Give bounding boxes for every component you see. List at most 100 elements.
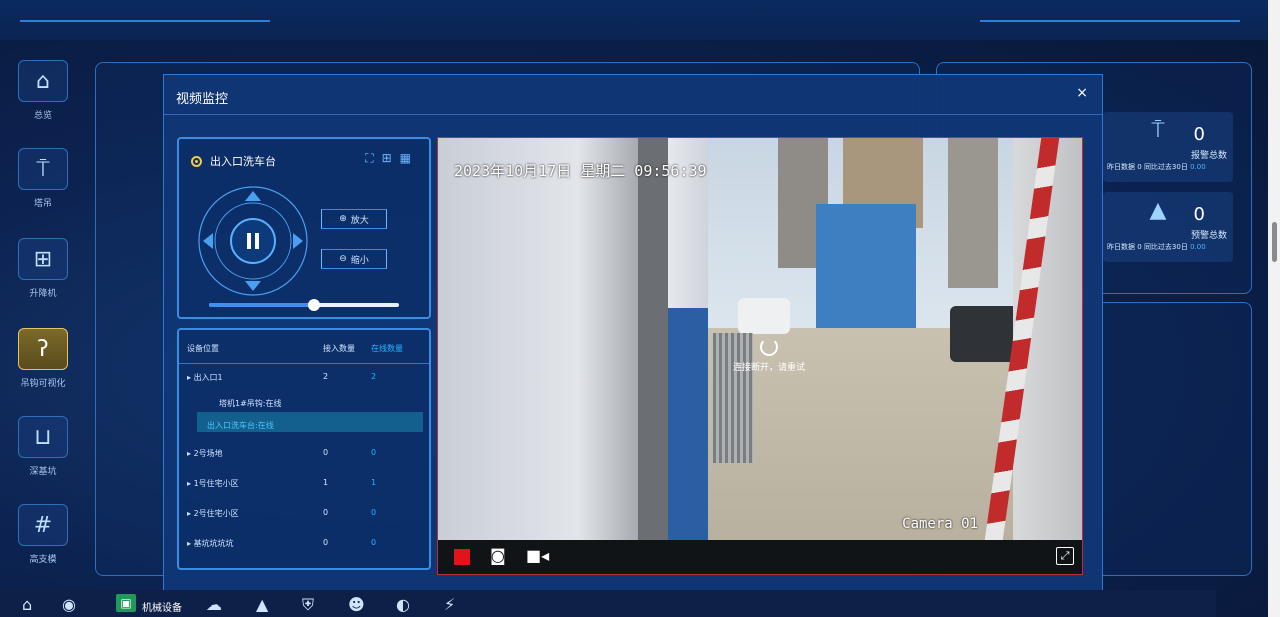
ptz-right-button[interactable] xyxy=(293,233,303,249)
camera-label: Camera 01 xyxy=(902,516,978,532)
weather-icon[interactable]: ☁ xyxy=(206,595,222,614)
device-subrow-selected[interactable]: 出入口洗车台:在线 xyxy=(197,412,423,432)
zoom-out-label: 缩小 xyxy=(350,255,369,266)
device-name: ▸ 1号住宅小区 xyxy=(187,479,239,488)
device-name: ▸ 基坑坑坑坑 xyxy=(187,539,234,548)
sidebar-item-label: 总览 xyxy=(33,111,52,121)
ptz-left-button[interactable] xyxy=(203,233,213,249)
monitor-icon: ⌂ xyxy=(18,60,68,102)
device-connected: 0 xyxy=(323,448,329,457)
sidebar-item-hook-visual[interactable]: ʔ 吊钩可视化 xyxy=(8,328,78,389)
loading-spinner-icon xyxy=(760,338,778,356)
fullscreen-layout-icon[interactable]: ⛶ xyxy=(365,151,373,166)
foundation-pit-icon: ⊔ xyxy=(18,416,68,458)
page-scrollbar[interactable] xyxy=(1268,0,1280,617)
pie-chart-icon[interactable]: ◐ xyxy=(396,595,410,614)
home-icon[interactable]: ⌂ xyxy=(22,595,32,614)
device-subrow-label: 塔机1#吊钩:在线 xyxy=(219,399,282,408)
alarm-sub: 昨日数据 0 同比过去30日 0.00 xyxy=(1107,162,1206,172)
sidebar-item-label: 吊钩可视化 xyxy=(20,379,66,389)
video-player[interactable]: 2023年10月17日 星期二 09:56:39 Camera 01 连接断开，… xyxy=(437,137,1083,575)
grid-9-icon[interactable]: ▦ xyxy=(400,151,411,166)
fullscreen-icon[interactable]: ⤢ xyxy=(1056,547,1074,565)
sidebar-item-label: 塔吊 xyxy=(33,199,52,209)
warning-count: 0 xyxy=(1193,204,1205,225)
device-online: 0 xyxy=(371,448,377,457)
header-right-line xyxy=(980,20,1240,22)
alarm-sub-mid: 同比过去30日 xyxy=(1143,163,1188,171)
device-row[interactable]: ▸ 2号住宅小区 0 0 xyxy=(179,500,429,524)
sidebar-item-label: 升降机 xyxy=(29,289,57,299)
tower-crane-icon: ⍑ xyxy=(18,148,68,190)
sidebar-item-elevator[interactable]: ⊞ 升降机 xyxy=(8,238,78,299)
warning-sub-prefix: 昨日数据 xyxy=(1107,243,1135,251)
camera-location: 出入口洗车台 xyxy=(191,153,276,169)
ptz-direction-pad xyxy=(198,186,308,296)
zoom-out-button[interactable]: ⊖ 缩小 xyxy=(321,249,387,269)
alarm-sub-yesterday: 0 xyxy=(1137,163,1142,171)
people-icon[interactable]: ☻ xyxy=(348,595,365,614)
zoom-out-icon: ⊖ xyxy=(339,254,347,264)
speed-slider[interactable] xyxy=(209,299,399,311)
video-timestamp: 2023年10月17日 星期二 09:56:39 xyxy=(454,162,707,180)
close-icon[interactable]: × xyxy=(1076,85,1088,101)
alarm-sub-ratio: 0.00 xyxy=(1190,163,1206,171)
location-pin-icon[interactable]: ◉ xyxy=(62,595,76,614)
ptz-down-button[interactable] xyxy=(245,281,261,291)
ptz-up-button[interactable] xyxy=(245,191,261,201)
warning-icon[interactable]: ▲ xyxy=(256,595,268,614)
hook-icon: ʔ xyxy=(18,328,68,370)
sidebar-item-formwork[interactable]: # 高支模 xyxy=(8,504,78,565)
tower-crane-icon: ⍑ xyxy=(1151,118,1165,143)
sidebar-item-foundation-pit[interactable]: ⊔ 深基坑 xyxy=(8,416,78,477)
page-scrollbar-thumb[interactable] xyxy=(1272,222,1277,262)
bottom-nav: ⌂ ◉ ▣ 机械设备 ☁ ▲ ⛨ ☻ ◐ ⚡ xyxy=(0,590,1216,617)
device-table-header: 设备位置 接入数量 在线数量 xyxy=(179,330,429,364)
device-subrow[interactable]: 塔机1#吊钩:在线 xyxy=(179,390,429,410)
device-connected: 2 xyxy=(323,372,329,381)
video-toolbar: ◙ ■◂ ⤢ xyxy=(438,540,1082,574)
zoom-in-label: 放大 xyxy=(350,215,369,226)
header-connected: 接入数量 xyxy=(323,344,355,353)
header-location: 设备位置 xyxy=(187,344,219,353)
device-online: 2 xyxy=(371,372,377,381)
sidebar-item-overview[interactable]: ⌂ 总览 xyxy=(8,60,78,121)
header-bar xyxy=(0,0,1280,40)
zoom-in-button[interactable]: ⊕ 放大 xyxy=(321,209,387,229)
speed-slider-knob[interactable] xyxy=(307,299,320,311)
modal-header: 视频监控 × xyxy=(164,75,1102,115)
sidebar-item-label: 深基坑 xyxy=(29,467,57,477)
device-online: 0 xyxy=(371,538,377,547)
alarm-sub-prefix: 昨日数据 xyxy=(1107,163,1135,171)
grid-4-icon[interactable]: ⊞ xyxy=(382,151,392,166)
warning-sub-ratio: 0.00 xyxy=(1190,243,1206,251)
warning-sub-mid: 同比过去30日 xyxy=(1143,243,1188,251)
formwork-icon: # xyxy=(18,504,68,546)
snapshot-camera-icon[interactable]: ◙ xyxy=(490,546,506,565)
warning-stat-card: ▲ 0 预警总数 昨日数据 0 同比过去30日 0.00 xyxy=(1103,192,1233,262)
device-name: ▸ 出入口1 xyxy=(187,373,223,382)
machinery-icon[interactable]: ▣ xyxy=(116,594,136,612)
layout-switcher: ⛶ ⊞ ▦ xyxy=(365,151,411,166)
sidebar-item-tower-crane[interactable]: ⍑ 塔吊 xyxy=(8,148,78,209)
device-online: 1 xyxy=(371,478,377,487)
connection-status-text: 连接断开，请重试 xyxy=(732,363,805,373)
device-row[interactable]: ▸ 2号场地 0 0 xyxy=(179,440,429,464)
device-row[interactable]: ▸ 出入口1 2 2 xyxy=(179,364,429,388)
device-connected: 0 xyxy=(323,538,329,547)
video-scene-car xyxy=(738,298,790,334)
energy-icon[interactable]: ⚡ xyxy=(444,595,455,614)
location-dot-icon xyxy=(191,155,202,167)
quality-shield-icon[interactable]: ⛨ xyxy=(302,595,314,615)
stop-record-button[interactable] xyxy=(454,549,470,565)
warning-label: 预警总数 xyxy=(1190,231,1227,241)
alarm-count: 0 xyxy=(1193,124,1205,145)
video-scene-building xyxy=(948,138,998,288)
bottom-nav-active-label[interactable]: 机械设备 xyxy=(142,599,182,614)
device-row[interactable]: ▸ 基坑坑坑坑 0 0 xyxy=(179,530,429,554)
video-record-icon[interactable]: ■◂ xyxy=(526,546,549,565)
header-online: 在线数量 xyxy=(371,344,403,353)
device-name: ▸ 2号住宅小区 xyxy=(187,509,239,518)
video-scene-car xyxy=(950,306,1020,362)
device-row[interactable]: ▸ 1号住宅小区 1 1 xyxy=(179,470,429,494)
